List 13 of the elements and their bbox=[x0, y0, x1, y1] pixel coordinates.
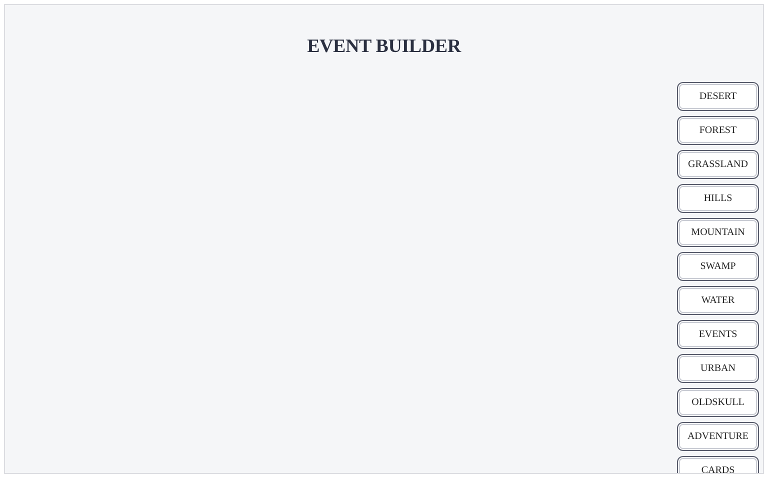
category-button[interactable]: FOREST bbox=[677, 116, 759, 145]
category-button[interactable]: CARDS bbox=[677, 456, 759, 473]
category-button[interactable]: SWAMP bbox=[677, 252, 759, 281]
category-button[interactable]: EVENTS bbox=[677, 320, 759, 349]
category-button[interactable]: DESERT bbox=[677, 82, 759, 111]
page-title: EVENT BUILDER bbox=[306, 36, 462, 58]
category-button[interactable]: MOUNTAIN bbox=[677, 218, 759, 247]
category-button[interactable]: URBAN bbox=[677, 354, 759, 383]
category-button[interactable]: OLDSKULL bbox=[677, 388, 759, 417]
category-button[interactable]: WATER bbox=[677, 286, 759, 315]
category-button[interactable]: GRASSLAND bbox=[677, 150, 759, 179]
category-button[interactable]: HILLS bbox=[677, 184, 759, 213]
category-button[interactable]: ADVENTURE bbox=[677, 422, 759, 451]
